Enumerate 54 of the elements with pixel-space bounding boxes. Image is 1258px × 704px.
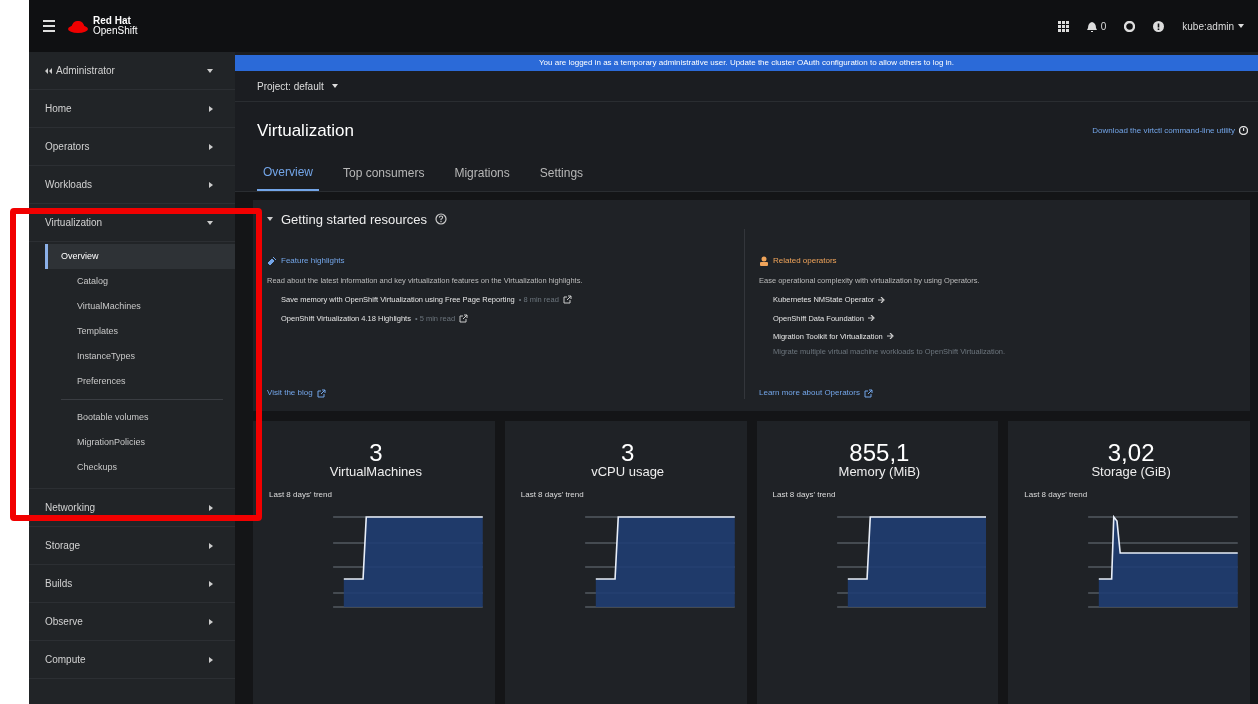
nav-group-label: Builds	[45, 577, 73, 591]
brand-name: Red Hat	[93, 16, 132, 26]
trend-label: Last 8 days' trend	[520, 489, 585, 502]
metric-label: vCPU usage	[590, 465, 666, 480]
trend-label: Last 8 days' trend	[1024, 489, 1089, 502]
trend-label: Last 8 days' trend	[269, 489, 333, 502]
nav-item[interactable]: Bootable volumes	[45, 405, 235, 430]
nav-group-label: Networking	[45, 501, 96, 515]
getting-started-toggle[interactable]: Getting started resources	[267, 209, 1236, 229]
nav-group-label: Home	[45, 102, 72, 116]
tab[interactable]: Overview	[257, 161, 319, 191]
nav-item[interactable]: Catalog	[45, 269, 235, 294]
nav-item[interactable]: Templates	[45, 319, 235, 344]
page-title: Virtualization	[257, 120, 355, 142]
nav-item[interactable]: MigrationPolicies	[45, 430, 235, 455]
footer-link[interactable]: Visit the blog	[267, 387, 313, 399]
nav-group-label: Workloads	[45, 178, 93, 192]
metric-value: 3	[619, 441, 636, 465]
nav-item[interactable]: Overview	[45, 244, 235, 269]
nav-group-label: Virtualization	[45, 216, 103, 230]
notifications-button[interactable]: 0	[1086, 18, 1107, 34]
nav-item[interactable]: InstanceTypes	[45, 344, 235, 369]
metric-label: Memory (MiB)	[837, 465, 922, 480]
metric-value: 855,1	[848, 441, 911, 465]
tab[interactable]: Top consumers	[337, 161, 431, 191]
nav-item[interactable]: Checkups	[45, 455, 235, 480]
footer-link[interactable]: Learn more about Operators	[759, 387, 860, 399]
nav-group-label: Operators	[45, 140, 90, 154]
nav-group-label: Compute	[45, 653, 86, 667]
card-heading: Feature highlights	[281, 255, 345, 267]
perspective-switcher[interactable]: Administrator	[29, 52, 235, 90]
card-heading: Related operators	[773, 255, 837, 267]
tab[interactable]: Migrations	[448, 161, 516, 191]
metric-label: VirtualMachines	[328, 465, 423, 480]
oauth-link[interactable]: cluster OAuth configuration	[771, 58, 868, 67]
metric-value: 3	[368, 441, 384, 465]
perspective-label: Administrator	[56, 64, 115, 78]
tab[interactable]: Settings	[533, 161, 590, 191]
section-title: Getting started resources	[281, 210, 427, 229]
nav-item[interactable]: VirtualMachines	[45, 294, 235, 319]
nav-item[interactable]: Preferences	[45, 369, 235, 394]
metric-value: 3,02	[1106, 441, 1156, 465]
nav-group-label: Observe	[45, 615, 83, 629]
user-name: kube:admin	[1182, 19, 1234, 34]
notification-count: 0	[1100, 19, 1107, 34]
download-link[interactable]: Download the virtctl command-line utility	[1092, 124, 1235, 137]
project-selector[interactable]: Project: default	[257, 78, 338, 94]
trend-label: Last 8 days' trend	[772, 489, 837, 502]
product-name: OpenShift	[93, 25, 138, 36]
banner-message: You are logged in as a temporary administrative user. Update the cluster OAuth configuration to allow others to log in.	[538, 58, 955, 67]
project-label: Project: default	[257, 79, 324, 94]
user-menu[interactable]: kube:admin	[1182, 18, 1244, 34]
nav-group-label: Storage	[45, 539, 81, 553]
metric-label: Storage (GiB)	[1090, 465, 1172, 480]
